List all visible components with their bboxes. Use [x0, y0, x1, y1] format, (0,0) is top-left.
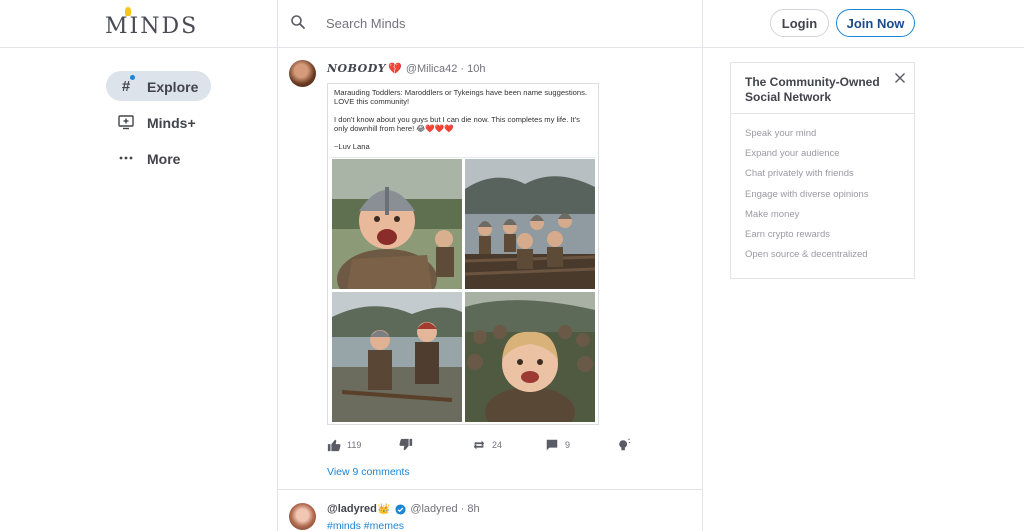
post-author-name[interactable]: @ladyred	[327, 503, 377, 515]
community-widget: The Community-Owned Social Network Speak…	[730, 62, 915, 279]
list-item: Expand your audience	[745, 148, 840, 160]
avatar[interactable]	[289, 60, 316, 87]
activity-feed: NOBODY 💔 @Milica42 · 10h Marauding Toddl…	[278, 48, 702, 531]
screenshot-caption-text: Marauding Toddlers: Maroddlers or Tykein…	[334, 88, 587, 151]
comment-count: 9	[565, 440, 571, 450]
list-item: Earn crypto rewards	[745, 228, 831, 240]
close-icon[interactable]	[893, 71, 907, 85]
sidebar-item-label: More	[147, 151, 181, 167]
post-meta: NOBODY 💔 @Milica42 · 10h	[327, 62, 485, 75]
broken-heart-icon: 💔	[388, 63, 402, 75]
tv-plus-icon	[118, 114, 134, 130]
feed-divider-right	[702, 48, 703, 531]
verified-badge-icon	[395, 503, 406, 515]
sidebar-item-label: Explore	[147, 79, 199, 95]
divider	[331, 157, 595, 158]
login-button[interactable]: Login	[770, 9, 829, 37]
list-item: Make money	[745, 208, 800, 220]
comment-button[interactable]: 9	[545, 438, 570, 452]
list-item: Engage with diverse opinions	[745, 188, 869, 200]
image-tile	[332, 159, 462, 289]
widget-title: The Community-Owned Social Network	[745, 75, 880, 104]
header-divider-right	[702, 0, 703, 48]
hash-icon: #	[121, 77, 131, 95]
repeat-icon	[473, 440, 485, 450]
search-icon[interactable]	[290, 14, 306, 30]
image-tile	[465, 292, 595, 422]
more-dots-icon	[118, 150, 134, 166]
post-handle[interactable]: @ladyred	[410, 503, 457, 515]
search-input[interactable]	[326, 12, 686, 34]
lightbulb-boost-icon	[619, 438, 631, 451]
list-item: Open source & decentralized	[745, 249, 868, 261]
post-hashtags[interactable]: #minds #memes	[327, 520, 404, 531]
post-handle[interactable]: @Milica42	[406, 63, 458, 75]
post-author-name[interactable]: NOBODY	[327, 62, 386, 75]
logo-text: MINDS	[105, 14, 199, 39]
notification-dot	[130, 75, 135, 80]
sidebar-item-label: Minds+	[147, 115, 196, 131]
upvote-button[interactable]: 119	[327, 438, 361, 452]
post-image[interactable]: Marauding Toddlers: Maroddlers or Tykein…	[327, 83, 599, 425]
lightbulb-icon	[125, 7, 131, 16]
thumbs-down-icon	[399, 438, 413, 451]
post-time[interactable]: · 10h	[460, 63, 485, 75]
sidebar-item-explore[interactable]: # Explore	[106, 71, 211, 101]
post-actions: 119 24 9	[327, 438, 647, 456]
feature-list: Speak your mind Expand your audience Cha…	[745, 128, 869, 270]
search-bar	[278, 0, 702, 48]
post-meta: @ladyred 👑 @ladyred · 8h	[327, 503, 480, 515]
avatar[interactable]	[289, 503, 316, 530]
image-tile	[465, 159, 595, 289]
list-item: Speak your mind	[745, 128, 817, 139]
post-divider	[278, 489, 702, 490]
post-time[interactable]: · 8h	[461, 503, 480, 515]
list-item: Chat privately with friends	[745, 168, 854, 180]
comment-icon	[546, 439, 558, 451]
boost-button[interactable]	[617, 438, 637, 452]
join-now-button[interactable]: Join Now	[836, 9, 915, 37]
sidebar-item-more[interactable]: More	[106, 143, 211, 173]
sidebar-item-minds-plus[interactable]: Minds+	[106, 107, 211, 137]
thumbs-up-icon	[327, 439, 341, 452]
minds-logo[interactable]: MINDS	[105, 7, 199, 40]
view-comments-link[interactable]: View 9 comments	[327, 466, 410, 478]
upvote-count: 119	[347, 440, 362, 450]
divider	[731, 113, 914, 114]
top-header: MINDS Login Join Now	[0, 0, 1024, 48]
image-tile	[332, 292, 462, 422]
remind-count: 24	[492, 440, 503, 450]
crown-icon: 👑	[377, 503, 391, 515]
sidebar-nav: # Explore Minds+ More	[106, 71, 276, 179]
downvote-button[interactable]	[399, 438, 419, 452]
remind-button[interactable]: 24	[472, 438, 502, 452]
